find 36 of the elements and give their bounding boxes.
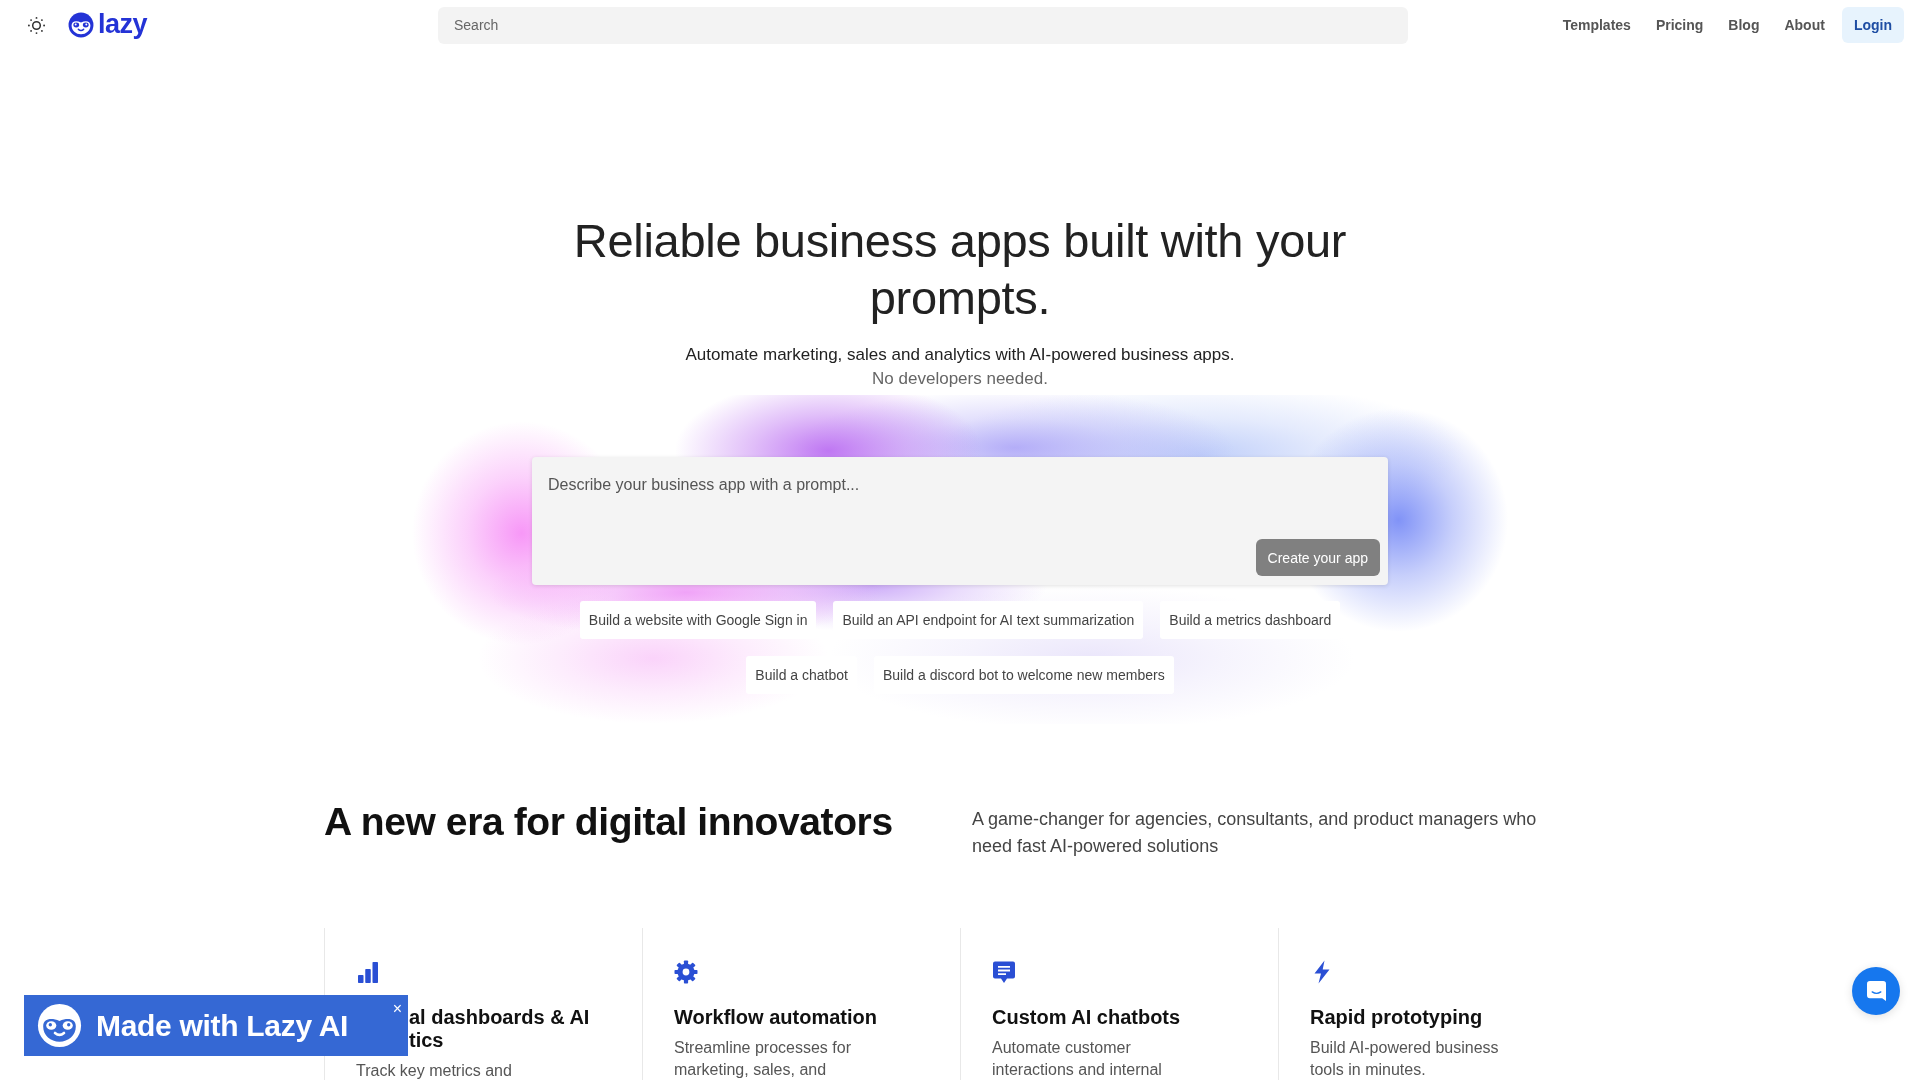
feature-title: al dashboards & AI tics	[409, 1006, 590, 1052]
feature-title: Workflow automation	[674, 1006, 877, 1029]
hero-subtitle: Automate marketing, sales and analytics with AI-powered business apps.	[684, 344, 1236, 366]
create-app-button[interactable]: Create your app	[1255, 539, 1380, 576]
logo-wordmark[interactable]: lazy	[98, 7, 148, 43]
gear-icon	[674, 960, 698, 984]
feature-description: Streamline processes for marketing, sales, and	[674, 1038, 851, 1080]
feature-description: Track key metrics and	[356, 1061, 512, 1080]
section-heading: A new era for digital innovators	[324, 799, 894, 845]
suggestion-chip[interactable]: Build a website with Google Sign in	[579, 601, 817, 639]
suggestion-chip[interactable]: Build a discord bot to welcome new members	[873, 656, 1174, 694]
search-field[interactable]: Search	[438, 6, 1408, 44]
close-button[interactable]: ×	[390, 1001, 404, 1017]
chat-button[interactable]	[1852, 967, 1900, 1015]
banner-text: Made with Lazy AI	[96, 1008, 349, 1043]
promo-banner[interactable]: Made with Lazy AI ×	[24, 995, 408, 1056]
bar-chart-icon	[356, 960, 380, 984]
hero-note: No developers needed.	[871, 368, 1049, 390]
feature-description: Automate customer interactions and internal	[992, 1038, 1162, 1080]
feature-title: Custom AI chatbots	[992, 1006, 1181, 1029]
suggestion-chip[interactable]: Build a metrics dashboard	[1160, 601, 1341, 639]
nav-link[interactable]: Pricing	[1655, 17, 1704, 33]
sloth-face-icon	[68, 12, 94, 38]
nav-link[interactable]: Blog	[1728, 17, 1760, 33]
nav-link[interactable]: Templates	[1562, 17, 1631, 33]
nav-link[interactable]: About	[1784, 17, 1825, 33]
login-button[interactable]: Login	[1841, 7, 1904, 43]
section-description: A game-changer for agencies, consultants, and product managers who need fast AI-powered solutions	[972, 808, 1538, 858]
theme-toggle-icon[interactable]	[27, 15, 46, 35]
chat-icon	[1866, 981, 1886, 1001]
feature-description: Build AI-powered business tools in minutes.	[1310, 1038, 1499, 1080]
chat-bubble-icon	[992, 960, 1016, 984]
sloth-face-icon	[37, 1003, 82, 1048]
feature-title: Rapid prototyping	[1310, 1006, 1483, 1029]
hero-title: Reliable business apps built with your prompts.	[572, 213, 1348, 326]
suggestion-chip[interactable]: Build an API endpoint for AI text summarization	[833, 601, 1144, 639]
